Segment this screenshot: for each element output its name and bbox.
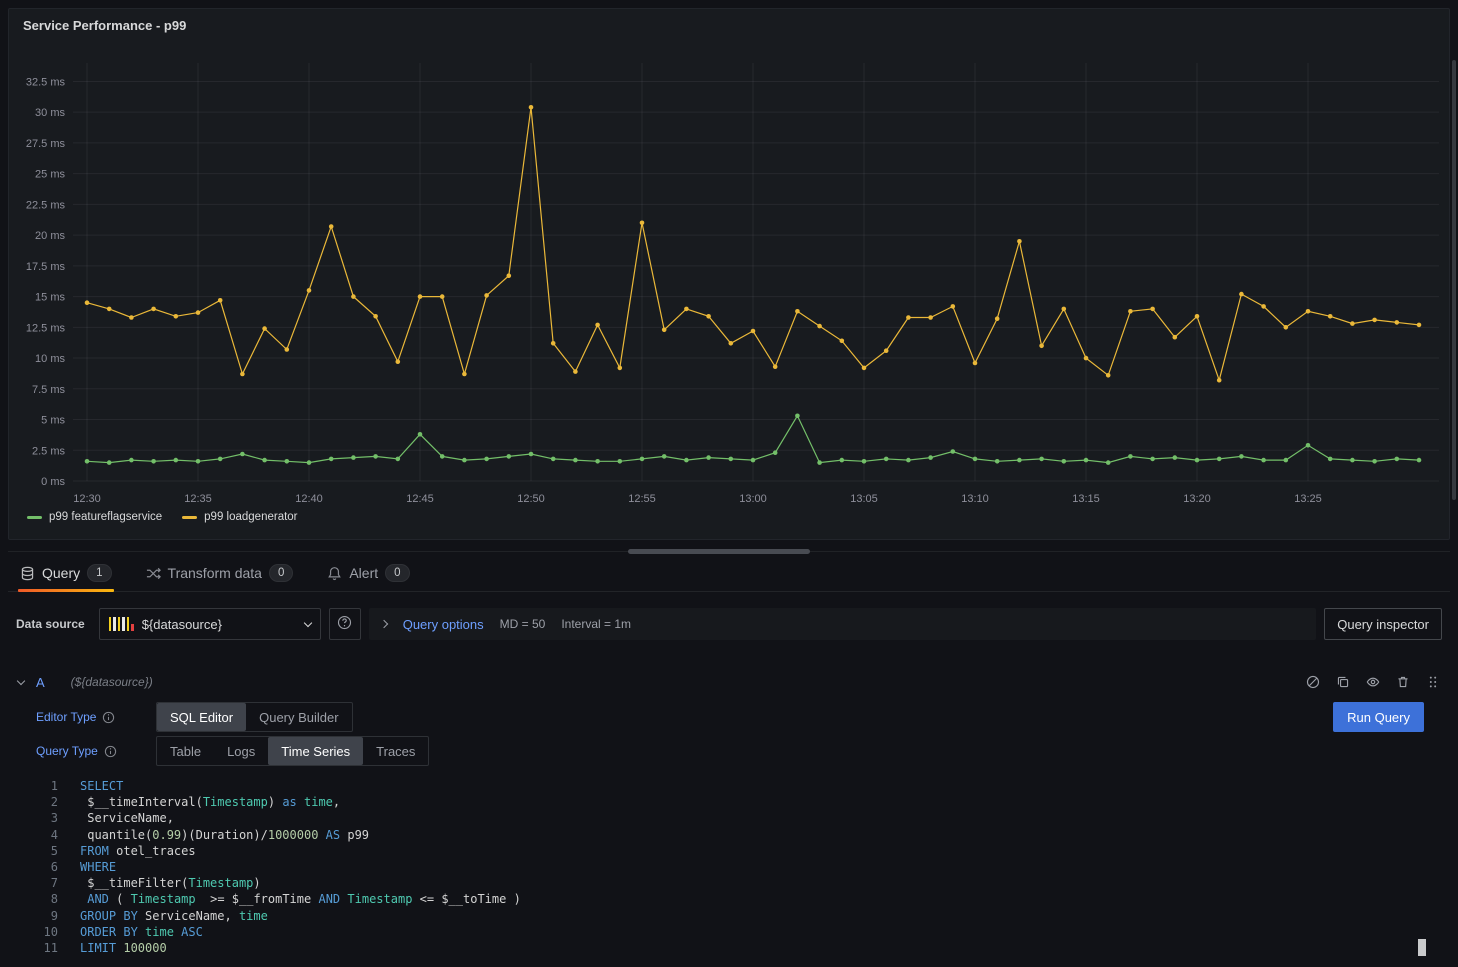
svg-text:32.5 ms: 32.5 ms (26, 76, 66, 88)
line-numbers: 1234567891011 (28, 778, 58, 956)
svg-text:20 ms: 20 ms (35, 230, 65, 242)
svg-text:12:40: 12:40 (295, 493, 323, 505)
interval-stat: Interval = 1m (561, 617, 631, 631)
tab-label: Query (42, 565, 80, 581)
query-type-row: Query Type Table Logs Time Series Traces (36, 736, 1440, 766)
svg-text:12.5 ms: 12.5 ms (26, 322, 66, 334)
query-type-label-group: Query Type (36, 744, 156, 758)
svg-text:5 ms: 5 ms (41, 415, 65, 427)
tab-query[interactable]: Query 1 (18, 564, 114, 591)
editor-scrollbar-thumb[interactable] (1418, 939, 1426, 956)
svg-text:30 ms: 30 ms (35, 107, 65, 119)
editor-type-label: Editor Type (36, 710, 96, 724)
chart-area: 0 ms 2.5 ms 5 ms 7.5 ms 10 ms 12.5 ms 15 ms 17.… (9, 37, 1449, 509)
tab-label: Alert (349, 565, 378, 581)
query-refid: A (36, 675, 45, 690)
timeseries-chart[interactable]: 0 ms 2.5 ms 5 ms 7.5 ms 10 ms 12.5 ms 15 ms 17.… (13, 37, 1445, 509)
legend-item-loadgenerator[interactable]: p99 loadgenerator (182, 511, 297, 523)
sql-code-editor[interactable]: 1234567891011 SELECT $__timeInterval(Tim… (28, 778, 1440, 956)
tab-count-badge: 0 (269, 564, 293, 582)
datasource-label: Data source (16, 617, 85, 631)
option-traces[interactable]: Traces (363, 737, 428, 765)
svg-text:12:30: 12:30 (73, 493, 101, 505)
svg-text:13:25: 13:25 (1294, 493, 1322, 505)
question-circle-icon (337, 615, 352, 633)
grafana-panel-editor: Service Performance - p99 0 ms 2.5 ms 5 ms… (0, 0, 1458, 967)
legend-label: p99 loadgenerator (204, 511, 297, 523)
tab-label: Transform data (168, 565, 262, 581)
option-sql-editor[interactable]: SQL Editor (157, 703, 246, 731)
editor-type-row: Editor Type SQL Editor Query Builder Run… (36, 702, 1440, 732)
query-inspector-button[interactable]: Query inspector (1324, 608, 1442, 640)
run-query-button[interactable]: Run Query (1333, 702, 1424, 732)
query-toolbar: Data source ${datasource} Query options … (8, 608, 1450, 640)
svg-text:12:50: 12:50 (517, 493, 545, 505)
chevron-down-icon (303, 619, 311, 627)
sql-code[interactable]: SELECT $__timeInterval(Timestamp) as tim… (80, 778, 1440, 956)
legend-swatch-green (27, 516, 42, 519)
svg-text:2.5 ms: 2.5 ms (32, 445, 66, 457)
svg-text:13:20: 13:20 (1183, 493, 1211, 505)
datasource-picker[interactable]: ${datasource} (99, 608, 321, 640)
horizontal-scrollbar-thumb[interactable] (628, 549, 810, 554)
tab-transform-data[interactable]: Transform data 0 (144, 564, 296, 591)
query-type-label: Query Type (36, 744, 98, 758)
duplicate-query-icon[interactable] (1336, 675, 1350, 689)
collapse-chevron-icon[interactable] (17, 677, 25, 685)
legend-swatch-yellow (182, 516, 197, 519)
chart-legend: p99 featureflagservice p99 loadgenerator (9, 509, 1449, 523)
svg-text:12:45: 12:45 (406, 493, 434, 505)
max-datapoints-stat: MD = 50 (500, 617, 546, 631)
svg-text:10 ms: 10 ms (35, 353, 65, 365)
legend-item-featureflagservice[interactable]: p99 featureflagservice (27, 511, 162, 523)
disable-query-icon[interactable] (1306, 675, 1320, 689)
option-logs[interactable]: Logs (214, 737, 268, 765)
clickhouse-logo-icon (109, 617, 134, 631)
legend-label: p99 featureflagservice (49, 511, 162, 523)
query-row-header[interactable]: A (${datasource}) (18, 670, 1440, 694)
svg-text:0 ms: 0 ms (41, 476, 65, 488)
page-scrollbar-thumb[interactable] (1452, 60, 1456, 500)
svg-text:25 ms: 25 ms (35, 169, 65, 181)
tab-alert[interactable]: Alert 0 (325, 564, 411, 591)
svg-text:13:00: 13:00 (739, 493, 767, 505)
database-icon (20, 566, 35, 581)
svg-text:13:10: 13:10 (961, 493, 989, 505)
horizontal-scrollbar (8, 549, 1450, 554)
info-circle-icon[interactable] (102, 711, 115, 724)
svg-text:27.5 ms: 27.5 ms (26, 138, 66, 150)
query-options-bar[interactable]: Query options MD = 50 Interval = 1m (369, 608, 1317, 640)
panel-title: Service Performance - p99 (23, 18, 186, 33)
panel-header[interactable]: Service Performance - p99 (9, 9, 1449, 37)
drag-handle-icon[interactable] (1426, 675, 1440, 689)
datasource-value: ${datasource} (142, 617, 297, 632)
option-time-series[interactable]: Time Series (268, 737, 363, 765)
option-table[interactable]: Table (157, 737, 214, 765)
timeseries-panel: Service Performance - p99 0 ms 2.5 ms 5 ms… (8, 8, 1450, 540)
option-query-builder[interactable]: Query Builder (246, 703, 351, 731)
editor-type-label-group: Editor Type (36, 710, 156, 724)
tab-count-badge: 1 (87, 564, 111, 582)
svg-text:22.5 ms: 22.5 ms (26, 199, 66, 211)
editor-tabbar: Query 1 Transform data 0 Alert 0 (8, 554, 1450, 592)
svg-text:12:35: 12:35 (184, 493, 212, 505)
query-datasource-hint: (${datasource}) (71, 675, 153, 689)
query-options-toggle[interactable]: Query options (403, 617, 484, 632)
query-type-group: Table Logs Time Series Traces (156, 736, 429, 766)
datasource-help-button[interactable] (329, 608, 361, 640)
hide-response-icon[interactable] (1366, 675, 1380, 689)
svg-text:13:05: 13:05 (850, 493, 878, 505)
remove-query-icon[interactable] (1396, 675, 1410, 689)
chevron-right-icon (379, 620, 387, 628)
tab-count-badge: 0 (385, 564, 409, 582)
svg-text:12:55: 12:55 (628, 493, 656, 505)
editor-type-group: SQL Editor Query Builder (156, 702, 353, 732)
svg-text:7.5 ms: 7.5 ms (32, 384, 66, 396)
svg-text:17.5 ms: 17.5 ms (26, 261, 66, 273)
shuffle-icon (146, 566, 161, 581)
bell-icon (327, 566, 342, 581)
info-circle-icon[interactable] (104, 745, 117, 758)
svg-text:13:15: 13:15 (1072, 493, 1100, 505)
svg-text:15 ms: 15 ms (35, 292, 65, 304)
